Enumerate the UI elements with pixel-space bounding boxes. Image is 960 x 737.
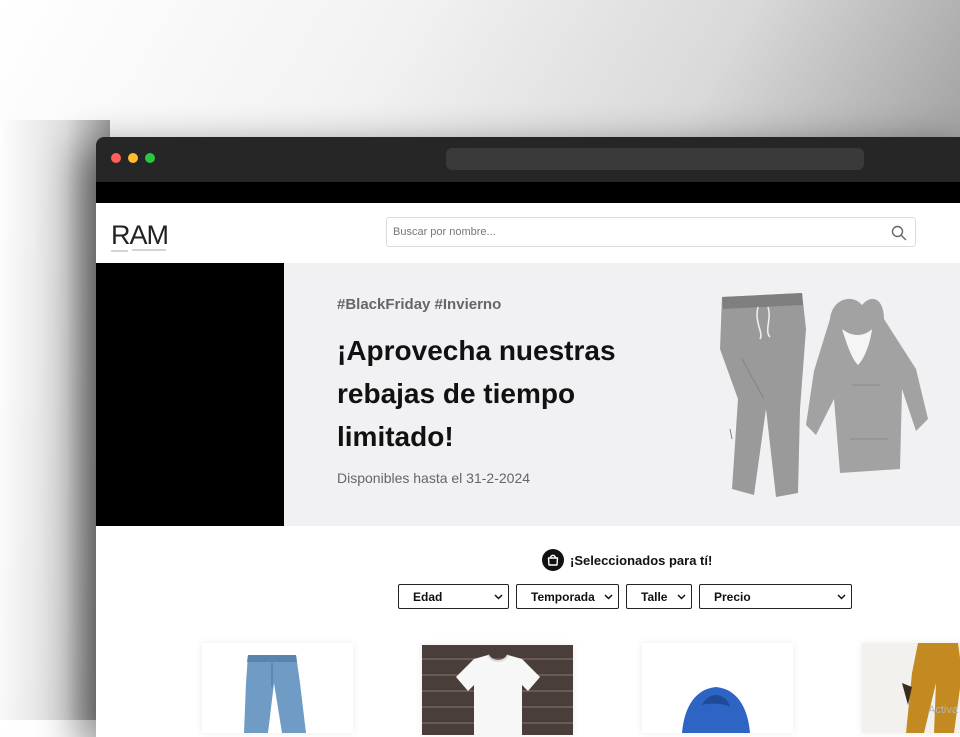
site-header: RAMÉ	[96, 203, 960, 264]
chevron-down-icon	[494, 594, 503, 600]
product-grid	[96, 643, 960, 737]
rame-logo[interactable]: RAMÉ	[110, 212, 170, 256]
white-tshirt-image	[422, 645, 573, 735]
filter-price-select[interactable]: Precio	[699, 584, 852, 609]
chevron-down-icon	[837, 594, 846, 600]
background-shadow	[0, 120, 110, 720]
watermark-text: Activa	[928, 704, 958, 716]
filter-label: Edad	[413, 589, 443, 604]
filter-label: Precio	[714, 589, 751, 604]
hero-panel[interactable]: #BlackFriday #Invierno ¡Aprovecha nuestr…	[284, 263, 960, 526]
product-card[interactable]	[422, 645, 573, 735]
filter-label: Temporada	[531, 589, 595, 604]
filter-bar: Edad Temporada Talle Precio	[398, 584, 852, 609]
hero-banner: #BlackFriday #Invierno ¡Aprovecha nuestr…	[96, 263, 960, 526]
hero-black-block	[96, 263, 284, 526]
hero-headline: ¡Aprovecha nuestras rebajas de tiempo li…	[337, 335, 616, 452]
chevron-down-icon	[604, 594, 613, 600]
close-window-button[interactable]	[111, 153, 121, 163]
minimize-window-button[interactable]	[128, 153, 138, 163]
filter-size-select[interactable]: Talle	[626, 584, 692, 609]
selected-title-text: ¡Seleccionados para tí!	[570, 552, 713, 568]
search-box	[386, 217, 916, 247]
filter-label: Talle	[641, 589, 668, 604]
browser-titlebar	[96, 137, 960, 182]
filter-season-select[interactable]: Temporada	[516, 584, 619, 609]
chevron-down-icon	[677, 594, 686, 600]
logo-text: RAMÉ	[111, 220, 170, 250]
search-input[interactable]	[387, 218, 873, 246]
filter-age-select[interactable]: Edad	[398, 584, 509, 609]
hero-availability: Disponibles hasta el 31-2-2024	[337, 470, 531, 486]
sweatsuit-image	[720, 293, 928, 497]
search-icon[interactable]	[891, 225, 907, 241]
browser-window: RAMÉ #BlackFriday #Invierno ¡Aprovecha n…	[96, 137, 960, 737]
shopping-bag-icon	[542, 549, 564, 571]
selected-heading: ¡Seleccionados para tí!	[542, 549, 712, 571]
maximize-window-button[interactable]	[145, 153, 155, 163]
address-bar[interactable]	[446, 148, 864, 170]
hero-hashtags: #BlackFriday #Invierno	[337, 296, 502, 313]
top-strip	[96, 182, 960, 203]
